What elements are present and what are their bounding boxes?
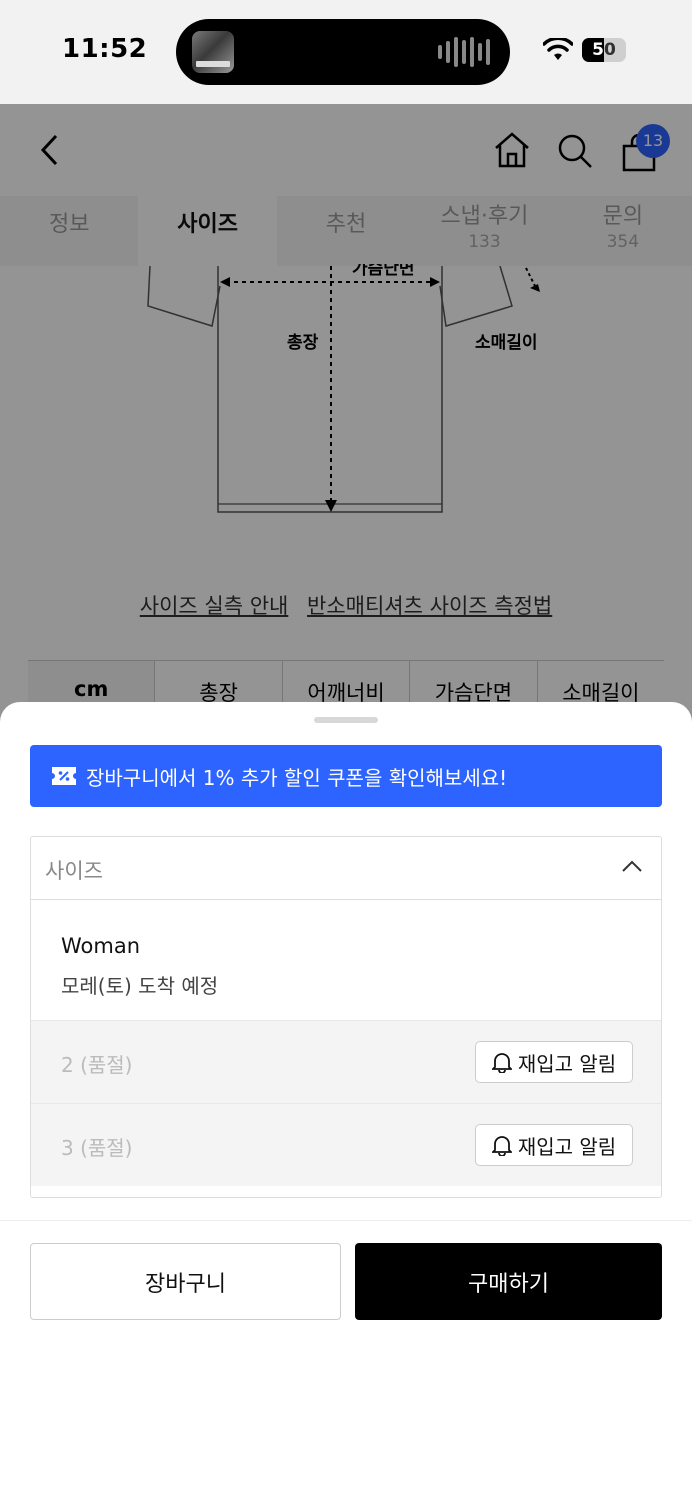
size-group-title: Woman [61,934,141,958]
restock-alert-label: 재입고 알림 [517,1051,617,1076]
sheet-grabber[interactable] [314,717,378,723]
status-time: 11:52 [62,34,148,64]
size-option-label: 3 (품절) [61,1136,133,1160]
dynamic-island[interactable] [176,19,510,85]
sheet-divider [0,1220,692,1221]
battery-icon: 50 [582,38,626,62]
size-picker-header[interactable]: 사이즈 [31,837,661,900]
chevron-up-icon[interactable] [621,859,643,873]
restock-alert-button[interactable]: 재입고 알림 [475,1124,633,1166]
coupon-icon [52,767,76,785]
coupon-text: 장바구니에서 1% 추가 할인 쿠폰을 확인해보세요! [86,765,508,790]
now-playing-album-art [192,31,234,73]
size-option-row[interactable]: 2 (품절) 재입고 알림 [31,1020,661,1103]
status-bar: 11:52 50 [0,0,692,104]
size-picker-placeholder: 사이즈 [45,859,103,883]
option-bottom-sheet: 장바구니에서 1% 추가 할인 쿠폰을 확인해보세요! 사이즈 Woman 모레… [0,702,692,1500]
size-group: Woman 모레(토) 도착 예정 [31,900,661,1020]
size-option-row[interactable]: 3 (품절) 재입고 알림 [31,1103,661,1186]
size-picker: 사이즈 Woman 모레(토) 도착 예정 2 (품절) 재입고 알림 3 (품… [30,836,662,1198]
bell-icon [491,1053,512,1073]
battery-level: 50 [592,40,616,60]
size-option-label: 2 (품절) [61,1053,133,1077]
restock-alert-button[interactable]: 재입고 알림 [475,1041,633,1083]
audio-wave-icon [438,37,490,67]
restock-alert-label: 재입고 알림 [517,1134,617,1159]
add-to-cart-button[interactable]: 장바구니 [30,1243,341,1320]
wifi-icon [543,38,573,60]
bell-icon [491,1136,512,1156]
coupon-banner[interactable]: 장바구니에서 1% 추가 할인 쿠폰을 확인해보세요! [30,745,662,807]
buy-now-button[interactable]: 구매하기 [355,1243,662,1320]
delivery-estimate: 모레(토) 도착 예정 [61,974,219,998]
